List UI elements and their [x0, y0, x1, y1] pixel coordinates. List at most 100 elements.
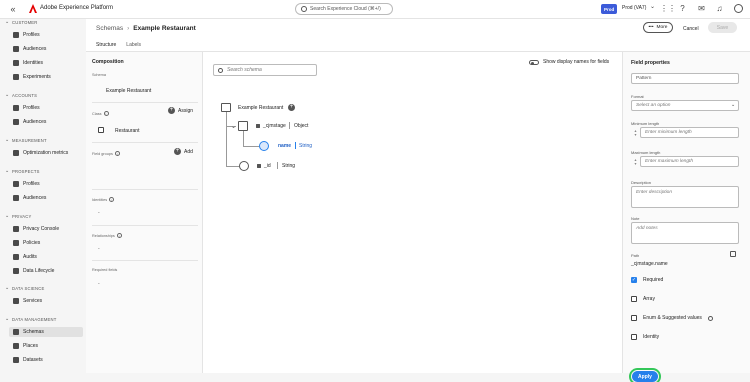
nav-section-data-science[interactable]: ⌄ DATA SCIENCE — [5, 285, 45, 291]
nav-item-label: Audits — [23, 254, 37, 260]
field-node[interactable] — [239, 161, 249, 171]
nav-item-prospects-audiences[interactable]: Audiences — [9, 193, 83, 203]
notifications-bell-icon[interactable]: ♫ — [715, 4, 724, 13]
pattern-input[interactable]: Pattern — [631, 73, 739, 84]
user-avatar[interactable] — [734, 4, 743, 13]
maximum-length-stepper[interactable]: ▲ ▼ Enter maximum length — [631, 156, 739, 167]
note-textarea[interactable]: Add notes — [631, 222, 739, 244]
collapse-chevron-icon[interactable]: ⌄ — [231, 123, 236, 130]
nav-section-accounts[interactable]: ⌄ ACCOUNTS — [5, 92, 37, 98]
nav-section-measurement[interactable]: ⌄ MEASUREMENT — [5, 137, 47, 143]
nav-item-customer-audiences[interactable]: Audiences — [9, 44, 83, 54]
nav-item-accounts-audiences[interactable]: Audiences — [9, 117, 83, 127]
stepper-arrows-icon[interactable]: ▲ ▼ — [631, 156, 640, 167]
more-button[interactable]: ••• More — [643, 22, 673, 33]
schema-root-name[interactable]: Example Restaurant — [238, 105, 283, 111]
info-icon[interactable]: i — [116, 233, 122, 238]
enum-checkbox[interactable]: Enum & Suggested values — [631, 315, 713, 321]
nav-item-experiments[interactable]: Experiments — [9, 72, 83, 82]
field-name-name[interactable]: name — [278, 143, 291, 149]
nav-item-label: Data Lifecycle — [23, 268, 55, 274]
cancel-button[interactable]: Cancel — [683, 26, 699, 32]
class-checkbox[interactable] — [98, 127, 104, 133]
required-checkbox[interactable]: ✓ Required — [631, 277, 663, 283]
nav-section-customer[interactable]: ⌄ CUSTOMER — [5, 19, 38, 25]
checkbox-box — [631, 296, 637, 302]
tree-connector — [243, 146, 259, 147]
description-textarea[interactable]: Enter description — [631, 186, 739, 208]
info-icon[interactable] — [707, 315, 713, 321]
schema-search-input[interactable]: Search schema — [213, 64, 317, 76]
audiences-icon — [13, 119, 19, 125]
selected-field-node[interactable] — [259, 141, 269, 151]
add-field-button[interactable]: + — [288, 104, 298, 111]
identity-checkbox[interactable]: Identity — [631, 334, 659, 340]
schema-root-icon[interactable] — [221, 103, 231, 112]
nav-item-identities[interactable]: Identities — [9, 58, 83, 68]
nav-item-customer-profiles[interactable]: Profiles — [9, 30, 83, 40]
minimum-length-stepper[interactable]: ▲ ▼ Enter minimum length — [631, 127, 739, 138]
nav-item-accounts-profiles[interactable]: Profiles — [9, 103, 83, 113]
top-bar: « Adobe Experience Platform Search Exper… — [0, 0, 750, 19]
info-icon[interactable]: i — [103, 111, 109, 116]
info-icon[interactable]: i — [114, 151, 120, 156]
identities-label: Identities i — [92, 197, 115, 202]
class-name[interactable]: Restaurant — [115, 128, 139, 134]
field-properties-panel: Field properties Pattern Format Select a… — [622, 52, 750, 382]
nav-item-datasets[interactable]: Datasets — [9, 355, 83, 365]
display-names-toggle[interactable] — [529, 60, 539, 65]
sandbox-label[interactable]: Prod (VA7) — [622, 5, 646, 11]
nav-item-prospects-profiles[interactable]: Profiles — [9, 179, 83, 189]
nav-item-places[interactable]: Places — [9, 341, 83, 351]
minimum-length-input[interactable]: Enter minimum length — [640, 127, 739, 138]
experiments-icon — [13, 74, 19, 80]
nav-section-title: PRIVACY — [12, 213, 32, 219]
stepper-arrows-icon[interactable]: ▲ ▼ — [631, 127, 640, 138]
relationships-label-text: Relationships — [92, 233, 115, 238]
nav-item-schemas[interactable]: Schemas — [9, 327, 83, 337]
chevron-down-icon: ⌄ — [5, 316, 10, 322]
copy-icon[interactable] — [730, 251, 736, 257]
breadcrumb-schemas-link[interactable]: Schemas — [96, 25, 123, 32]
nav-item-privacy-console[interactable]: Privacy Console — [9, 224, 83, 234]
feedback-icon[interactable]: ✉ — [697, 4, 706, 13]
datasets-icon — [13, 357, 19, 363]
nav-section-prospects[interactable]: ⌄ PROSPECTS — [5, 168, 40, 174]
add-field-group-button[interactable]: + Add — [174, 148, 193, 155]
maximum-length-input[interactable]: Enter maximum length — [640, 156, 739, 167]
location-pin-icon — [13, 343, 19, 349]
class-label: Class i — [92, 111, 109, 116]
nav-item-policies[interactable]: Policies — [9, 238, 83, 248]
object-field-icon[interactable] — [238, 121, 248, 131]
collapse-nav-icon[interactable]: « — [8, 3, 18, 15]
nav-item-label: Audiences — [23, 46, 47, 52]
global-search-input[interactable]: Search Experience Cloud (⌘+/) — [295, 3, 393, 15]
info-icon[interactable]: i — [109, 197, 115, 202]
nav-section-title: DATA SCIENCE — [12, 285, 45, 291]
chevron-down-icon[interactable]: ⌄ — [650, 3, 655, 10]
field-groups-label: Field groups i — [92, 151, 120, 156]
array-checkbox[interactable]: Array — [631, 296, 655, 302]
save-button[interactable]: Save — [708, 22, 737, 33]
schema-name[interactable]: Example Restaurant — [106, 88, 151, 94]
more-label: More — [656, 25, 668, 30]
divider — [92, 260, 198, 261]
nav-item-label: Identities — [23, 60, 44, 66]
nav-item-data-lifecycle[interactable]: Data Lifecycle — [9, 266, 83, 276]
nav-section-data-management[interactable]: ⌄ DATA MANAGEMENT — [5, 316, 57, 322]
apps-grid-icon[interactable]: ⋮⋮ — [660, 4, 676, 13]
nav-item-label: Policies — [23, 240, 41, 246]
sandbox-badge[interactable]: Prod — [601, 4, 618, 14]
assign-class-button[interactable]: + Assign — [168, 107, 193, 114]
field-name-id[interactable]: _id — [264, 163, 271, 169]
field-name-cjmstage[interactable]: _cjmstage — [263, 123, 286, 129]
format-select[interactable]: Select an option ⌄ — [631, 100, 739, 111]
help-icon[interactable]: ? — [678, 4, 687, 13]
nav-item-services[interactable]: Services — [9, 296, 83, 306]
nav-item-optimization-metrics[interactable]: Optimization metrics — [9, 148, 83, 158]
nav-section-privacy[interactable]: ⌄ PRIVACY — [5, 213, 31, 219]
display-names-toggle-label: Show display names for fields — [543, 59, 610, 65]
nav-item-audits[interactable]: Audits — [9, 252, 83, 262]
chevron-down-icon: ⌄ — [5, 92, 10, 98]
path-label: Path — [631, 253, 640, 258]
